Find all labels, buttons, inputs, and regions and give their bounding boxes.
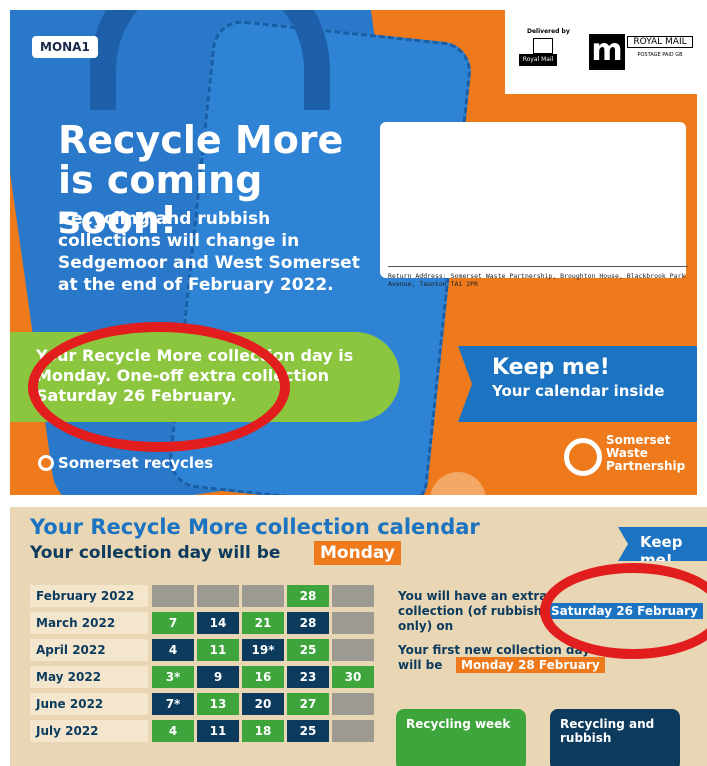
- date-cell: 4: [152, 720, 194, 742]
- somerset-recycles-label: Somerset recycles: [58, 454, 214, 472]
- date-cell: [152, 585, 194, 607]
- date-cell: 23: [287, 666, 329, 688]
- postcard-front: MONA1 Recycle More is coming soon! Recyc…: [10, 10, 697, 495]
- return-address-divider: [388, 266, 688, 267]
- date-cell: 19*: [242, 639, 284, 661]
- calendar-panel: Your Recycle More collection calendar Yo…: [10, 507, 707, 766]
- decorative-circle: [430, 472, 486, 495]
- month-row: July 2022 4 11 18 25: [30, 720, 374, 744]
- date-cell: 25: [287, 720, 329, 742]
- mailing-code-badge: MONA1: [32, 36, 98, 58]
- first-collection-date-chip: Monday 28 February: [456, 657, 605, 673]
- date-cell: 28: [287, 612, 329, 634]
- date-cell: [332, 639, 374, 661]
- royal-crest-icon: [533, 38, 553, 54]
- date-cell: [332, 693, 374, 715]
- date-cell: 25: [287, 639, 329, 661]
- calendar-title: Your Recycle More collection calendar: [30, 515, 480, 539]
- highlight-circle-collection-day: [28, 322, 290, 452]
- partnership-label: Somerset Waste Partnership: [606, 433, 686, 473]
- month-label: July 2022: [30, 720, 148, 742]
- recycling-and-rubbish-tile: Recycling and rubbish: [550, 709, 680, 766]
- date-cell: 13: [197, 693, 239, 715]
- date-cell: 11: [197, 720, 239, 742]
- date-cell: 11: [197, 639, 239, 661]
- date-cell: [242, 585, 284, 607]
- date-cell: [332, 585, 374, 607]
- date-cell: 20: [242, 693, 284, 715]
- date-cell: 7*: [152, 693, 194, 715]
- recycle-arrow-icon: [38, 455, 54, 471]
- date-cell: [332, 720, 374, 742]
- postage-paid-label: POSTAGE PAID GB: [637, 52, 683, 58]
- date-cell: 27: [287, 693, 329, 715]
- month-label: April 2022: [30, 639, 148, 661]
- month-row: June 2022 7* 13 20 27: [30, 693, 374, 717]
- date-cell: 18: [242, 720, 284, 742]
- return-address: Return Address: Somerset Waste Partnersh…: [388, 272, 686, 288]
- recycling-week-tile: Recycling week: [396, 709, 526, 766]
- month-row: March 2022 7 14 21 28: [30, 612, 374, 636]
- month-row: May 2022 3* 9 16 23 30: [30, 666, 374, 690]
- date-cell: 9: [197, 666, 239, 688]
- date-cell: 21: [242, 612, 284, 634]
- month-label: March 2022: [30, 612, 148, 634]
- keep-me-tab: Keep me!: [618, 527, 707, 561]
- delivered-by-label: Delivered by: [527, 28, 570, 35]
- date-cell: 16: [242, 666, 284, 688]
- date-cell: 14: [197, 612, 239, 634]
- collection-day-chip: Monday: [314, 541, 401, 565]
- collection-day-line: Your collection day will be: [30, 543, 281, 563]
- month-row: April 2022 4 11 19* 25: [30, 639, 374, 663]
- date-cell: 7: [152, 612, 194, 634]
- keep-me-subtitle: Your calendar inside: [492, 382, 665, 400]
- royal-mail-label: ROYAL MAIL: [627, 36, 693, 48]
- swirl-logo-icon: [564, 438, 602, 476]
- month-row: February 2022 28: [30, 585, 374, 609]
- somerset-waste-partnership-logo: Somerset Waste Partnership: [564, 432, 686, 486]
- intro-text: Recycling and rubbish collections will c…: [58, 209, 360, 295]
- extra-collection-text: You will have an extra collection (of ru…: [398, 589, 548, 633]
- keep-me-title: Keep me!: [492, 355, 610, 380]
- date-cell: [197, 585, 239, 607]
- somerset-recycles-logo: Somerset recycles: [38, 454, 213, 472]
- date-cell: 28: [287, 585, 329, 607]
- royal-mail-m-icon: m: [589, 34, 625, 70]
- date-cell: 30: [332, 666, 374, 688]
- month-label: June 2022: [30, 693, 148, 715]
- month-label: May 2022: [30, 666, 148, 688]
- address-window: [380, 122, 686, 278]
- date-cell: 4: [152, 639, 194, 661]
- postage-panel: Delivered by Royal Mail m ROYAL MAIL POS…: [505, 10, 697, 94]
- month-label: February 2022: [30, 585, 148, 607]
- date-cell: 3*: [152, 666, 194, 688]
- bag-handle-illustration: [90, 10, 330, 110]
- royal-mail-small-logo: Royal Mail: [519, 54, 557, 66]
- date-cell: [332, 612, 374, 634]
